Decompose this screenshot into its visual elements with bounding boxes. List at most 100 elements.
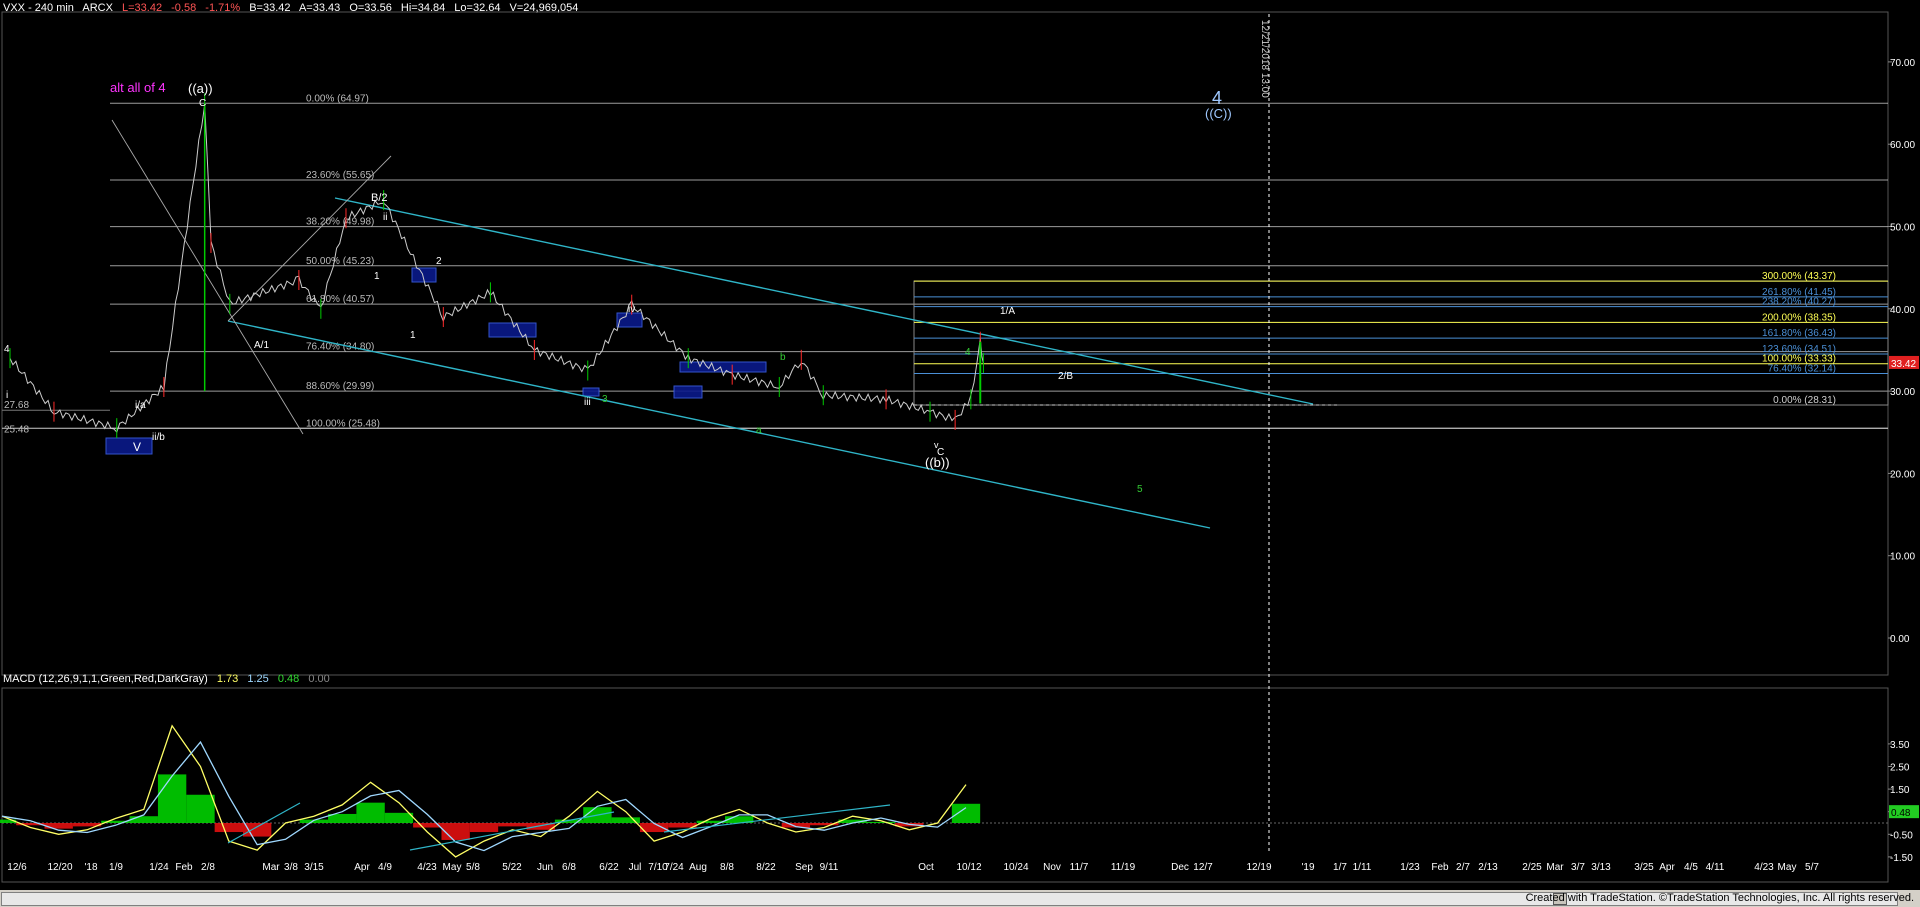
wave-label: 1 bbox=[374, 271, 380, 282]
x-tick-label: Nov bbox=[1043, 862, 1061, 873]
macd-y-tick-label: 1.50 bbox=[1890, 785, 1910, 796]
fib-extension-label: 300.00% (43.37) bbox=[1762, 271, 1836, 282]
x-tick-label: 4/5 bbox=[1684, 862, 1698, 873]
wave-label: i bbox=[6, 390, 8, 401]
x-tick-label: 10/24 bbox=[1003, 862, 1028, 873]
wave-label: iv bbox=[628, 304, 635, 315]
price-y-tick-label: 0.00 bbox=[1890, 634, 1910, 645]
x-tick-label: 4/9 bbox=[378, 862, 392, 873]
fib-retracement-label: 23.60% (55.65) bbox=[306, 170, 374, 181]
x-tick-label: Apr bbox=[354, 862, 370, 873]
price-line bbox=[9, 104, 984, 434]
macd-layer bbox=[0, 724, 1888, 858]
x-tick-label: 5/8 bbox=[466, 862, 480, 873]
x-tick-label: Feb bbox=[1431, 862, 1449, 873]
volume: V=24,969,054 bbox=[509, 2, 579, 14]
fib-retracement-label: 88.60% (29.99) bbox=[306, 381, 374, 392]
x-tick-label: 8/8 bbox=[720, 862, 734, 873]
highlight-box bbox=[616, 312, 643, 328]
macd-value-3: 0.48 bbox=[277, 673, 300, 685]
x-tick-label: 6/8 bbox=[562, 862, 576, 873]
price-change: -0.58 bbox=[171, 2, 197, 14]
wave-label: ((b)) bbox=[925, 455, 950, 470]
x-tick-label: 3/25 bbox=[1634, 862, 1654, 873]
x-tick-label: Mar bbox=[262, 862, 280, 873]
price-chart[interactable]: 0.00% (64.97) 23.60% (55.65) 38.20% (49.98… bbox=[0, 0, 1920, 890]
x-tick-label: 6/22 bbox=[599, 862, 619, 873]
macd-histogram-bar bbox=[498, 823, 527, 827]
x-tick-label: 12/20 bbox=[47, 862, 72, 873]
macd-trendline bbox=[663, 804, 891, 833]
last-price: L=33.42 bbox=[122, 2, 163, 14]
macd-value-2: 1.25 bbox=[247, 673, 269, 685]
fib-retracement-label: 61.80% (40.57) bbox=[306, 294, 374, 305]
macd-value-1: 1.73 bbox=[216, 673, 239, 685]
fib-retracement-label: 50.00% (45.23) bbox=[306, 256, 374, 267]
x-tick-label: Aug bbox=[689, 862, 707, 873]
macd-header: MACD (12,26,9,1,1,Green,Red,DarkGray) 1.… bbox=[3, 673, 336, 685]
x-tick-label: 1/9 bbox=[109, 862, 123, 873]
x-tick-label: May bbox=[1778, 862, 1797, 873]
fib-retracement-label: 0.00% (64.97) bbox=[306, 93, 369, 104]
highlight-box bbox=[488, 322, 537, 338]
macd-line bbox=[1, 724, 967, 858]
macd-y-tick-label: 3.50 bbox=[1890, 740, 1910, 751]
x-tick-label: 5/7 bbox=[1805, 862, 1819, 873]
fib-extension-label: 200.00% (38.35) bbox=[1762, 312, 1836, 323]
x-tick-label: Feb bbox=[175, 862, 193, 873]
macd-histogram-bar bbox=[384, 812, 414, 823]
x-tick-label: Jul bbox=[629, 862, 642, 873]
x-tick-label: Apr bbox=[1659, 862, 1675, 873]
x-tick-label: 1/7 bbox=[1333, 862, 1347, 873]
wave-label-layer: alt all of 4 ((a))CB/2ii211A/1iviii 3ba45v… bbox=[4, 80, 1232, 495]
status-footer: Created with TradeStation. ©TradeStation… bbox=[0, 890, 1920, 907]
x-tick-label: 12/7 bbox=[1193, 862, 1213, 873]
x-tick-label: 8/22 bbox=[756, 862, 776, 873]
x-tick-label: 2/7 bbox=[1456, 862, 1470, 873]
fib-extension-label: 0.00% (28.31) bbox=[1773, 395, 1836, 406]
macd-label: MACD (12,26,9,1,1,Green,Red,DarkGray) bbox=[3, 673, 208, 685]
price-y-tick-label: 30.00 bbox=[1890, 387, 1915, 398]
macd-histogram-bar bbox=[356, 802, 385, 823]
price-change-pct: -1.71% bbox=[205, 2, 241, 14]
fib-extension-frame bbox=[913, 280, 1889, 406]
x-tick-label: 4/11 bbox=[1706, 862, 1725, 873]
wave-label: a bbox=[756, 425, 762, 436]
wave-label: 3 bbox=[602, 394, 608, 405]
x-tick-label: 12/19 bbox=[1246, 862, 1271, 873]
x-tick-label: 3/8 bbox=[284, 862, 298, 873]
x-tick-label: 1/24 bbox=[149, 862, 169, 873]
vertical-marker-label: 12/21/2018 13:00 bbox=[1259, 20, 1270, 98]
macd-histogram-bar bbox=[157, 774, 187, 823]
price-y-tick-label: 40.00 bbox=[1890, 305, 1915, 316]
high-price: Hi=34.84 bbox=[400, 2, 446, 14]
symbol-header: VXX - 240 min ARCX L=33.42 -0.58 -1.71% … bbox=[3, 2, 584, 14]
fib-extension-label: 76.40% (32.14) bbox=[1768, 363, 1836, 374]
signal-line bbox=[1, 740, 967, 852]
macd-value-label: 0.48 bbox=[1891, 808, 1911, 819]
macd-trendline bbox=[409, 811, 615, 851]
x-tick-label: Oct bbox=[918, 862, 934, 873]
ask-price: A=33.43 bbox=[298, 2, 341, 14]
fib-extension-label: 238.20% (40.27) bbox=[1762, 297, 1836, 308]
x-tick-label: 4/23 bbox=[417, 862, 437, 873]
wave-label: 2/B bbox=[1058, 371, 1073, 382]
highlight-box bbox=[679, 361, 767, 373]
macd-panel-frame bbox=[1, 687, 1889, 883]
macd-y-tick-label: -1.50 bbox=[1890, 853, 1913, 864]
wave-label: iii bbox=[584, 397, 591, 408]
wave-label: 1/A bbox=[1000, 306, 1015, 317]
x-tick-label: 5/22 bbox=[502, 862, 522, 873]
price-tag-label: 27.68 bbox=[4, 400, 29, 411]
x-tick-label: '18 bbox=[84, 862, 97, 873]
x-tick-label: 11/7 bbox=[1070, 862, 1089, 873]
price-panel-frame bbox=[1, 11, 1889, 676]
low-price: Lo=32.64 bbox=[454, 2, 501, 14]
fib-retracement-label: 76.40% (34.80) bbox=[306, 342, 374, 353]
highlight-box bbox=[673, 385, 703, 399]
macd-histogram-bar bbox=[44, 823, 73, 829]
x-tick-label: 2/8 bbox=[201, 862, 215, 873]
x-tick-label: 7/24 bbox=[664, 862, 684, 873]
wave-label: 4 bbox=[4, 344, 10, 355]
wave-label: B/2 bbox=[371, 192, 388, 204]
